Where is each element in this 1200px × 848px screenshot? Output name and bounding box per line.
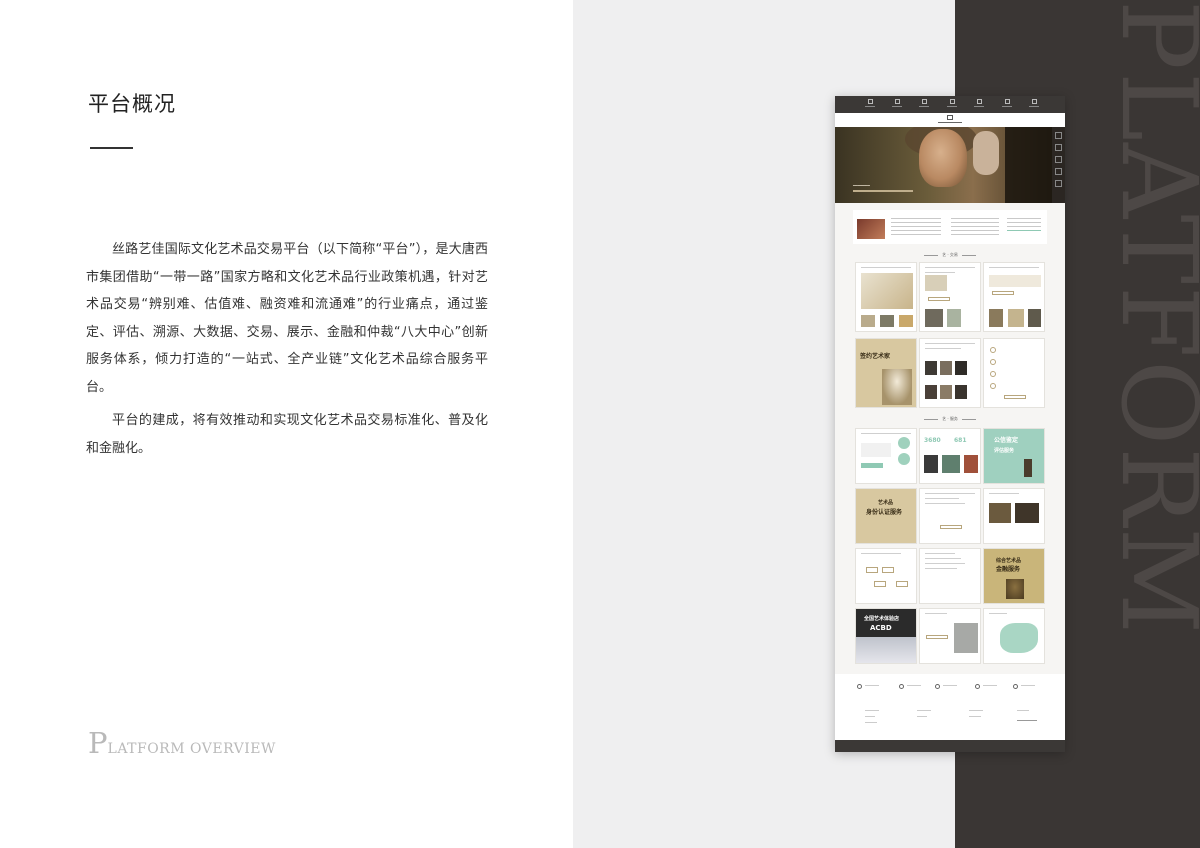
card-flowchart [855, 548, 917, 604]
body-text: 丝路艺佳国际文化艺术品交易平台（以下简称“平台”），是大唐西市集团借助“一带一路… [86, 236, 488, 462]
mockup-top-nav [835, 96, 1065, 113]
card-artists [919, 338, 981, 408]
platform-overview-label: PLATFORM OVERVIEW [88, 726, 276, 760]
nav-home-icon [863, 99, 877, 110]
card-auction [919, 262, 981, 332]
nav-icon [1000, 99, 1014, 110]
mockup-footer [835, 674, 1065, 740]
footer-icon [1013, 684, 1018, 689]
hero-caption: ━━━━━━━ [853, 183, 870, 188]
title-divider [90, 147, 133, 149]
card-store [919, 608, 981, 664]
text-panel: 平台概况 丝路艺佳国际文化艺术品交易平台（以下简称“平台”），是大唐西市集团借助… [0, 0, 573, 848]
card-display [983, 488, 1045, 544]
mockup-header [835, 113, 1065, 127]
watermark-text: PLATFORM [1118, 0, 1200, 637]
card-stats: 3680 681 [919, 428, 981, 484]
card-apply [855, 428, 917, 484]
section-trade-title: 艺 · 交易 [835, 252, 1065, 258]
footer-initial: P [88, 726, 108, 760]
website-mockup: ━━━━━━━ 艺 · 交易 签约艺术家 艺 · 服务 3680 681 公信鉴… [835, 96, 1065, 752]
mockup-bottom-bar [835, 740, 1065, 752]
stat-count-1: 3680 [924, 437, 941, 444]
section-service-title: 艺 · 服务 [835, 416, 1065, 422]
hero-banner: ━━━━━━━ [835, 127, 1065, 203]
footer-icon [857, 684, 862, 689]
news-thumbnail [857, 219, 885, 239]
sculpture-image [882, 369, 912, 405]
nav-icon [890, 99, 904, 110]
nav-icon [1027, 99, 1041, 110]
painting-image [861, 273, 913, 309]
card-map [983, 608, 1045, 664]
hero-sidebar [1052, 127, 1065, 203]
footer-icon [975, 684, 980, 689]
page-title: 平台概况 [88, 92, 176, 116]
footer-rest: LATFORM OVERVIEW [107, 741, 276, 757]
footer-icon [935, 684, 940, 689]
paragraph-2: 平台的建成，将有效推动和实现文化艺术品交易标准化、普及化和金融化。 [86, 413, 488, 456]
china-map-image [1000, 623, 1038, 653]
card-calligraphy [983, 262, 1045, 332]
card-painting [855, 262, 917, 332]
card-acbd: 全国艺术体验店 ACBD [855, 608, 917, 664]
card-tracing [919, 488, 981, 544]
card-finance: 综合艺术品 金融服务 [983, 548, 1045, 604]
logo [938, 115, 962, 125]
portrait-image [919, 129, 967, 187]
stat-count-2: 681 [954, 437, 967, 444]
news-strip [853, 210, 1047, 244]
card-signed-artist: 签约艺术家 [855, 338, 917, 408]
card-service-list [919, 548, 981, 604]
card-appraisal: 公信鉴定 评估服务 [983, 428, 1045, 484]
nav-icon [945, 99, 959, 110]
platform-watermark: PLATFORM [1118, 0, 1200, 848]
footer-icon [899, 684, 904, 689]
nav-icon [917, 99, 931, 110]
card-steps [983, 338, 1045, 408]
nav-icon [972, 99, 986, 110]
card-identity: 艺术品 身份认证服务 [855, 488, 917, 544]
paragraph-1: 丝路艺佳国际文化艺术品交易平台（以下简称“平台”），是大唐西市集团借助“一带一路… [86, 242, 488, 395]
